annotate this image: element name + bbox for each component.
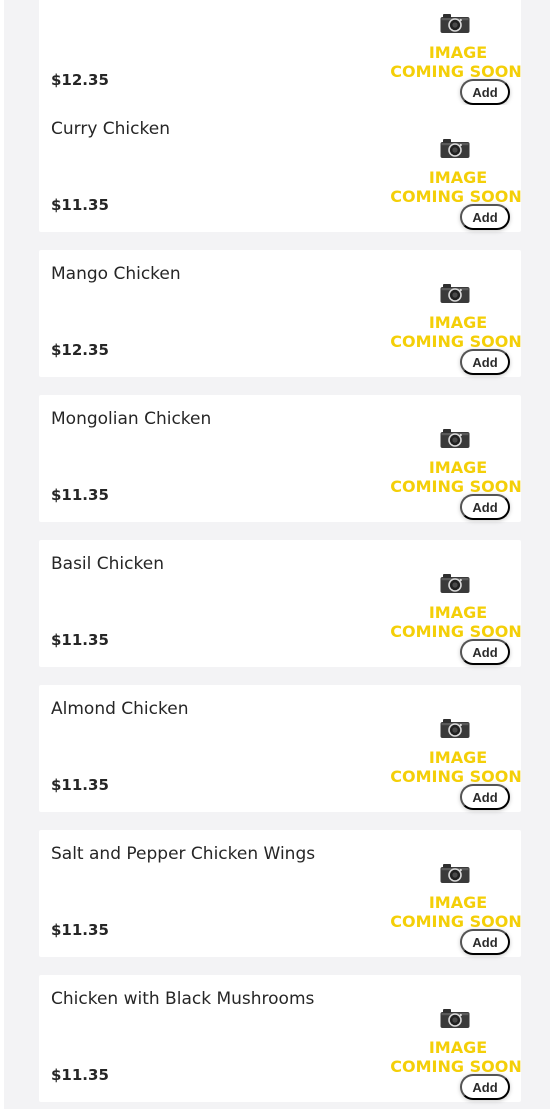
add-button[interactable]: Add [460,494,510,520]
menu-item-title: Mango Chicken [51,264,181,284]
menu-panel: $12.35 IMAGE COMING SOON Add Curry Chick… [4,0,550,1109]
menu-item-title: Curry Chicken [51,119,170,139]
add-button[interactable]: Add [460,784,510,810]
menu-item-title: Almond Chicken [51,699,189,719]
menu-item-card[interactable]: Salt and Pepper Chicken Wings $11.35 IMA… [39,830,522,957]
menu-item-price: $11.35 [51,776,109,794]
menu-item-price: $11.35 [51,196,109,214]
image-coming-soon-line-2: COMING SOON [390,332,521,351]
menu-item-card[interactable]: $12.35 IMAGE COMING SOON Add [39,0,522,107]
menu-item-price: $12.35 [51,341,109,359]
menu-item-card[interactable]: Chicken with Black Mushrooms $11.35 IMAG… [39,975,522,1102]
menu-item-card[interactable]: Almond Chicken $11.35 IMAGE COMING SOON … [39,685,522,812]
image-coming-soon-line-2: COMING SOON [390,767,521,786]
image-coming-soon-line-2: COMING SOON [390,1057,521,1076]
menu-item-title: Chicken with Black Mushrooms [51,989,315,1009]
menu-item-card[interactable]: Basil Chicken $11.35 IMAGE COMING SOON A… [39,540,522,667]
page: $12.35 IMAGE COMING SOON Add Curry Chick… [0,0,550,1109]
image-coming-soon-line-2: COMING SOON [390,62,521,81]
image-coming-soon-line-1: IMAGE [429,313,487,332]
menu-item-price: $11.35 [51,631,109,649]
menu-item-price: $11.35 [51,486,109,504]
add-button[interactable]: Add [460,639,510,665]
add-button[interactable]: Add [460,1074,510,1100]
image-coming-soon-line-2: COMING SOON [390,912,521,931]
add-button[interactable]: Add [460,929,510,955]
image-coming-soon-line-1: IMAGE [429,603,487,622]
menu-item-price: $11.35 [51,921,109,939]
menu-item-title: Basil Chicken [51,554,164,574]
image-coming-soon-line-1: IMAGE [429,893,487,912]
image-coming-soon-line-2: COMING SOON [390,477,521,496]
image-coming-soon-line-2: COMING SOON [390,622,521,641]
image-coming-soon-line-1: IMAGE [429,458,487,477]
image-coming-soon-line-1: IMAGE [429,748,487,767]
image-coming-soon-line-1: IMAGE [429,1038,487,1057]
menu-item-title: Mongolian Chicken [51,409,212,429]
image-coming-soon-line-2: COMING SOON [390,187,521,206]
add-button[interactable]: Add [460,349,510,375]
menu-item-card[interactable]: Mongolian Chicken $11.35 IMAGE COMING SO… [39,395,522,522]
menu-item-title: Salt and Pepper Chicken Wings [51,844,316,864]
menu-item-price: $12.35 [51,71,109,89]
menu-item-card[interactable]: Curry Chicken $11.35 IMAGE COMING SOON A… [39,105,522,232]
menu-item-card[interactable]: Mango Chicken $12.35 IMAGE COMING SOON A… [39,250,522,377]
image-coming-soon-line-1: IMAGE [429,43,487,62]
add-button[interactable]: Add [460,204,510,230]
add-button[interactable]: Add [460,79,510,105]
menu-item-price: $11.35 [51,1066,109,1084]
image-coming-soon-line-1: IMAGE [429,168,487,187]
